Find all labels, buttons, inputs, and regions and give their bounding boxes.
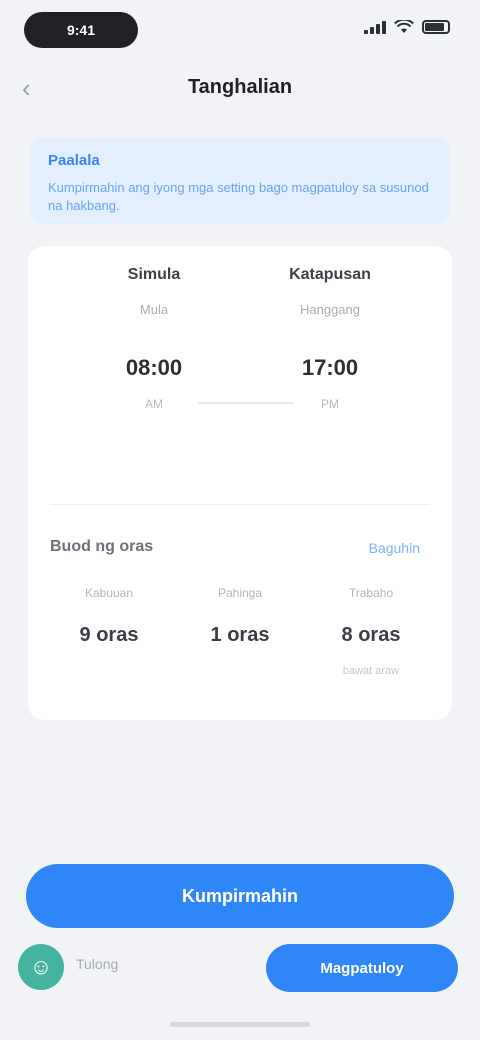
end-sub: Hanggang <box>300 302 360 317</box>
end-value[interactable]: 17:00 <box>240 355 420 381</box>
status-icons <box>364 20 450 34</box>
help-text[interactable]: Tulong <box>76 956 118 972</box>
stat-work: Trabaho 8 oras bawat araw <box>306 586 436 677</box>
wifi-icon <box>394 20 414 33</box>
home-indicator <box>170 1022 310 1027</box>
summary-stats: Kabuuan 9 oras Pahinga 1 oras Trabaho 8 … <box>28 586 452 696</box>
time-range-fields: Simula Mula 08:00 AM Katapusan Hanggang … <box>28 246 452 496</box>
stat-label: Kabuuan <box>84 586 134 600</box>
notice-text: Kumpirmahin ang iyong mga setting bago m… <box>48 180 429 213</box>
page-title: Tanghalian <box>187 76 293 98</box>
assistant-avatar[interactable]: ☺ <box>18 944 64 990</box>
battery-icon <box>422 20 450 34</box>
start-sub: Mula <box>139 302 169 317</box>
stat-note: bawat araw <box>342 665 400 677</box>
start-value[interactable]: 08:00 <box>64 355 244 381</box>
start-unit: AM <box>145 397 163 411</box>
edit-link[interactable]: Baguhin <box>369 540 420 556</box>
start-time-field[interactable]: Simula Mula 08:00 AM <box>64 266 244 411</box>
continue-button[interactable]: Magpatuloy <box>266 944 458 992</box>
settings-card: Simula Mula 08:00 AM Katapusan Hanggang … <box>28 246 452 720</box>
confirm-button[interactable]: Kumpirmahin <box>26 864 454 928</box>
info-notice: Paalala Kumpirmahin ang iyong mga settin… <box>30 138 450 224</box>
end-label: Katapusan <box>289 266 371 283</box>
stat-label: Pahinga <box>217 586 263 600</box>
summary-header: Buod ng oras Baguhin <box>50 534 430 564</box>
end-unit: PM <box>321 397 339 411</box>
time-pill: 9:41 <box>24 12 138 48</box>
stat-value: 1 oras <box>210 624 270 646</box>
start-label: Simula <box>127 266 181 283</box>
summary-title: Buod ng oras <box>50 538 154 555</box>
stat-value: 9 oras <box>79 624 139 646</box>
stat-break: Pahinga 1 oras <box>175 586 305 665</box>
signal-icon <box>364 20 386 34</box>
stat-total: Kabuuan 9 oras <box>44 586 174 665</box>
stat-value: 8 oras <box>341 624 401 646</box>
notice-title: Paalala <box>48 152 100 169</box>
nav-bar: ‹ Tanghalian <box>0 60 480 116</box>
stat-label: Trabaho <box>348 586 394 600</box>
end-time-field[interactable]: Katapusan Hanggang 17:00 PM <box>240 266 420 411</box>
divider <box>50 504 430 505</box>
bottom-bar: ☺ Tulong Magpatuloy <box>0 940 480 1000</box>
status-bar: 9:41 <box>0 0 480 60</box>
